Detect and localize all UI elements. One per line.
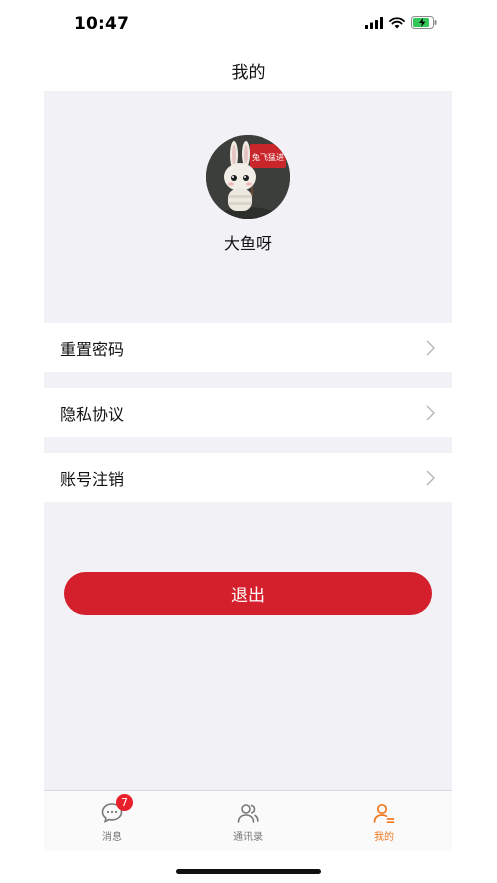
logout-button[interactable]: 退出 [64,572,432,615]
avatar-sign-text: 兔飞猛进 [252,152,284,162]
status-icons [365,16,437,29]
tab-label: 通讯录 [233,832,263,843]
tab-contacts[interactable]: 通讯录 [208,801,288,843]
username: 大鱼呀 [223,234,272,253]
profile-content: 兔飞猛进 大鱼呀 重置密码 隐私协议 账号注销 退出 [44,91,452,790]
menu-item-privacy-policy[interactable]: 隐私协议 [44,388,452,437]
status-time: 10:47 [74,14,130,34]
unread-badge: 7 [116,794,133,811]
status-bar: 10:47 [0,0,497,48]
avatar-bunny-image: 兔飞猛进 [206,135,290,219]
cellular-signal-icon [365,16,383,29]
menu-item-delete-account[interactable]: 账号注销 [44,453,452,502]
contacts-icon [237,804,259,823]
tab-profile[interactable]: 我的 [344,801,424,843]
page-title: 我的 [231,63,266,83]
tab-label: 我的 [374,832,394,843]
avatar[interactable]: 兔飞猛进 [206,135,290,219]
tab-messages[interactable]: 7 消息 [72,794,152,843]
profile-icon [373,803,395,824]
menu-item-label: 隐私协议 [60,404,125,424]
chevron-right-icon [426,340,435,356]
wifi-icon [389,16,405,28]
chevron-right-icon [426,470,435,486]
menu-item-reset-password[interactable]: 重置密码 [44,323,452,372]
menu-item-label: 账号注销 [60,469,125,489]
tab-bar: 7 消息 通讯录 我的 [44,790,452,850]
chevron-right-icon [426,405,435,421]
home-indicator[interactable] [176,869,321,874]
menu-item-label: 重置密码 [60,339,125,359]
tab-label: 消息 [102,832,122,843]
battery-charging-icon [411,16,437,29]
